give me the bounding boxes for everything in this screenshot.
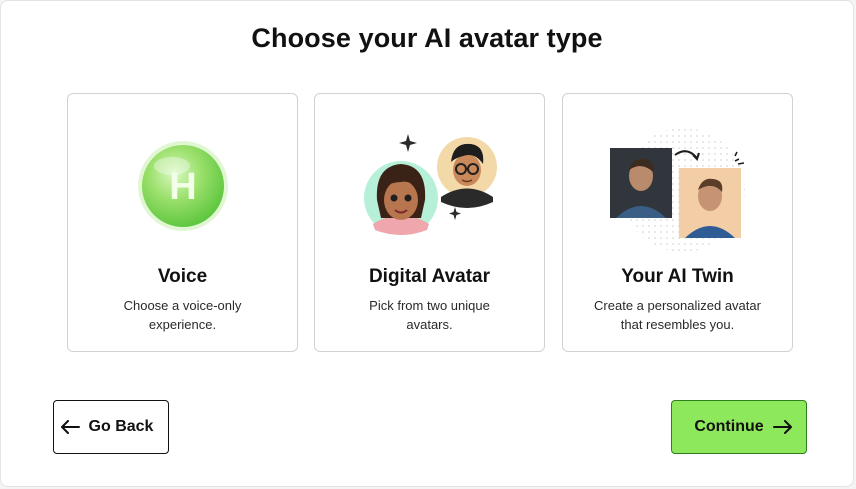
page-title: Choose your AI avatar type	[251, 23, 603, 53]
option-card-voice[interactable]: H Voice Choose a voice-only experience.	[67, 93, 298, 352]
male-avatar-icon	[437, 137, 497, 208]
continue-label: Continue	[694, 418, 764, 435]
continue-button[interactable]: Continue	[671, 400, 807, 454]
go-back-button[interactable]: Go Back	[53, 400, 169, 454]
arrow-left-icon	[60, 420, 80, 434]
sparkle-icon	[399, 134, 417, 152]
option-title-digital-avatar: Digital Avatar	[368, 266, 491, 287]
option-title-ai-twin: Your AI Twin	[621, 266, 734, 287]
sparkle-icon	[449, 207, 461, 220]
ai-twin-illustration	[563, 122, 792, 262]
dialog-frame: Choose your AI avatar type H Voice Choos…	[0, 0, 854, 487]
digital-avatars-illustration	[315, 122, 544, 262]
portrait-photo-original	[610, 148, 672, 218]
voice-orb-illustration: H	[68, 122, 297, 262]
option-description-voice: Choose a voice-only experience.	[123, 298, 242, 332]
arrow-right-icon	[772, 420, 792, 434]
voice-badge-letter: H	[169, 166, 196, 208]
option-description-ai-twin: Create a personalized avatar that resemb…	[594, 298, 761, 332]
portrait-photo-twin	[679, 168, 741, 238]
option-title-voice: Voice	[157, 266, 208, 287]
option-description-digital-avatar: Pick from two unique avatars.	[369, 298, 490, 332]
female-avatar-icon	[364, 161, 438, 235]
go-back-label: Go Back	[88, 418, 154, 435]
option-card-ai-twin[interactable]: Your AI Twin Create a personalized avata…	[562, 93, 793, 352]
option-card-digital-avatar[interactable]: Digital Avatar Pick from two unique avat…	[314, 93, 545, 352]
